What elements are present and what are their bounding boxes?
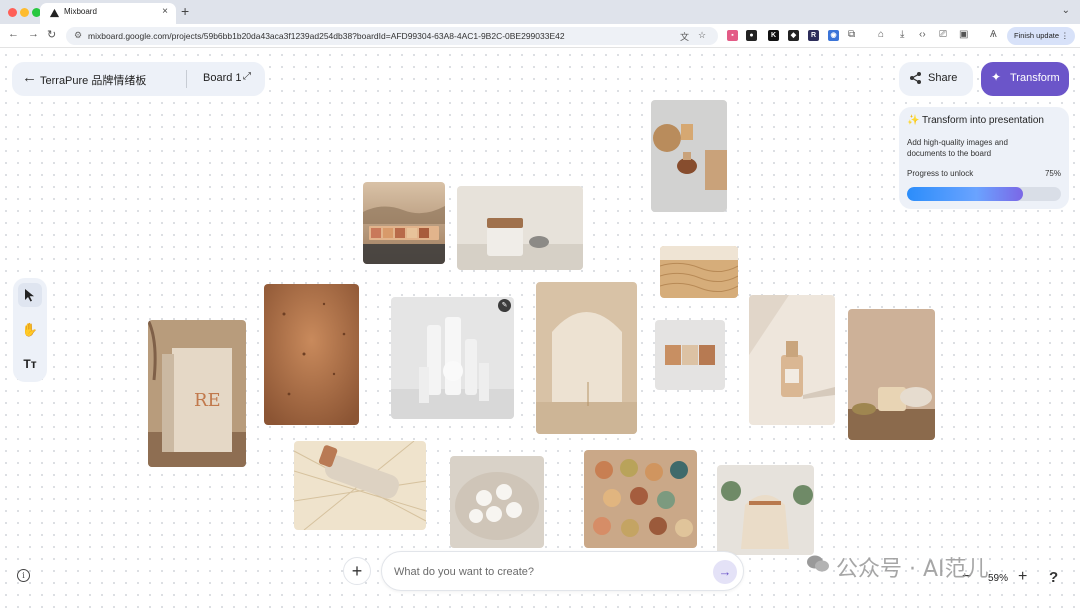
extension-3-icon[interactable]: K xyxy=(768,30,779,41)
select-tool[interactable] xyxy=(18,283,42,307)
board-image-dunes[interactable] xyxy=(660,246,738,298)
board-image-soap-blocks[interactable] xyxy=(655,320,725,390)
prompt-input[interactable] xyxy=(394,564,694,580)
progress-bar xyxy=(907,187,1061,201)
add-button[interactable]: + xyxy=(343,557,371,585)
send-arrow-icon: → xyxy=(718,564,732,579)
board-image-jar[interactable] xyxy=(457,186,583,270)
extensions-puzzle-icon[interactable]: ⧉ xyxy=(848,29,855,40)
progress-percent: 75% xyxy=(1044,169,1061,178)
code-icon[interactable]: ‹› xyxy=(919,29,926,40)
url-field[interactable]: ⚙ mixboard.google.com/projects/59b6bb1b2… xyxy=(66,27,718,45)
zoom-level: 59% xyxy=(988,573,1009,584)
robot-icon[interactable]: ⌂ xyxy=(878,29,884,40)
progress-label: Progress to unlock xyxy=(907,169,974,178)
expand-icon[interactable]: ⤢ xyxy=(243,71,251,82)
board-image-clay-texture[interactable] xyxy=(264,284,359,425)
extension-1-icon[interactable]: ▪ xyxy=(727,30,738,41)
board-image-white-products[interactable] xyxy=(391,297,514,419)
mixboard-favicon-icon xyxy=(49,8,60,18)
side-panel-icon[interactable]: ▣ xyxy=(959,29,968,40)
transform-button[interactable]: ✦ Transform xyxy=(981,62,1069,96)
zoom-in-button[interactable]: + xyxy=(1018,568,1027,586)
share-button[interactable]: Share xyxy=(899,62,973,96)
back-nav-icon[interactable]: ← xyxy=(8,28,19,40)
board-image-arch[interactable] xyxy=(536,282,637,434)
share-icon xyxy=(910,72,921,84)
transform-label: Transform xyxy=(1010,72,1060,84)
board-image-swatch-desert[interactable] xyxy=(363,182,445,264)
divider xyxy=(186,70,187,88)
watermark-text: 公众号 · AI范儿 xyxy=(836,557,989,582)
edit-pencil-icon[interactable]: ✎ xyxy=(498,299,511,312)
url-text: mixboard.google.com/projects/59b6bb1b20d… xyxy=(88,31,565,41)
extension-4-icon[interactable]: ◆ xyxy=(788,30,799,41)
minimize-window-button[interactable] xyxy=(20,8,29,17)
hand-icon: ✋ xyxy=(21,322,39,337)
address-bar-row: ← → ↻ ⚙ mixboard.google.com/projects/59b… xyxy=(0,24,1080,48)
help-button[interactable]: ? xyxy=(1049,569,1058,586)
board-header: ← TerraPure 品牌情绪板 Board 1 ⤢ xyxy=(12,62,265,96)
translate-icon[interactable]: 文 xyxy=(680,30,689,43)
reload-icon[interactable]: ↻ xyxy=(47,28,56,41)
finish-update-label: Finish update xyxy=(1014,31,1060,40)
share-label: Share xyxy=(928,72,958,84)
extension-2-icon[interactable]: ● xyxy=(746,30,757,41)
back-arrow-icon[interactable]: ← xyxy=(22,69,37,86)
tab-close-icon[interactable]: × xyxy=(162,6,168,17)
board-image-tube-straw[interactable] xyxy=(294,441,426,530)
tab-list-chevron-icon[interactable]: ⌄ xyxy=(1062,5,1070,16)
board-image-serum-bottle[interactable] xyxy=(749,295,835,425)
extension-5-icon[interactable]: R xyxy=(808,30,819,41)
board-name[interactable]: Board 1 xyxy=(203,72,242,84)
profile-icon[interactable]: Ѧ xyxy=(990,29,997,40)
browser-tab[interactable]: Mixboard × xyxy=(40,3,176,24)
cast-icon[interactable]: ⎚ xyxy=(939,29,947,40)
board-image-cotton[interactable] xyxy=(450,456,544,548)
sparkle-icon: ✦ xyxy=(991,70,1002,84)
pan-tool[interactable]: ✋ xyxy=(18,318,42,342)
board-image-pigments[interactable] xyxy=(584,450,697,548)
close-window-button[interactable] xyxy=(8,8,17,17)
forward-nav-icon[interactable]: → xyxy=(28,28,39,40)
text-tool[interactable]: Tт xyxy=(18,352,42,376)
board-title[interactable]: TerraPure 品牌情绪板 xyxy=(40,72,146,88)
promo-description: Add high-quality images and documents to… xyxy=(907,138,1008,158)
transform-promo-card: ✨ Transform into presentation Add high-q… xyxy=(899,107,1069,209)
info-icon[interactable]: i xyxy=(17,569,30,582)
extension-6-icon[interactable]: ◉ xyxy=(828,30,839,41)
site-info-icon[interactable]: ⚙ xyxy=(74,30,82,41)
cursor-icon xyxy=(25,289,34,302)
browser-tab-bar: Mixboard × + ⌄ xyxy=(0,0,1080,24)
text-icon: Tт xyxy=(23,357,37,371)
tool-panel: ✋ Tт xyxy=(13,278,47,382)
new-tab-button[interactable]: + xyxy=(181,3,189,19)
finish-update-button[interactable]: Finish update ⋮ xyxy=(1007,27,1075,45)
wechat-icon xyxy=(807,555,829,572)
board-image-soap-herbs[interactable] xyxy=(848,309,935,440)
bookmark-star-icon[interactable]: ☆ xyxy=(698,30,706,41)
board-image-pouch[interactable] xyxy=(717,465,814,555)
send-button[interactable]: → xyxy=(713,560,737,584)
tab-title: Mixboard xyxy=(64,7,97,16)
svg-text:RE: RE xyxy=(194,390,221,411)
prompt-box: → xyxy=(381,551,744,591)
progress-bar-fill xyxy=(907,187,1023,201)
board-image-packaging-box[interactable]: RE xyxy=(148,320,246,467)
board-image-vials[interactable] xyxy=(651,100,727,212)
promo-title: ✨ Transform into presentation xyxy=(907,115,1044,126)
download-icon[interactable]: ⤓ xyxy=(900,29,904,40)
